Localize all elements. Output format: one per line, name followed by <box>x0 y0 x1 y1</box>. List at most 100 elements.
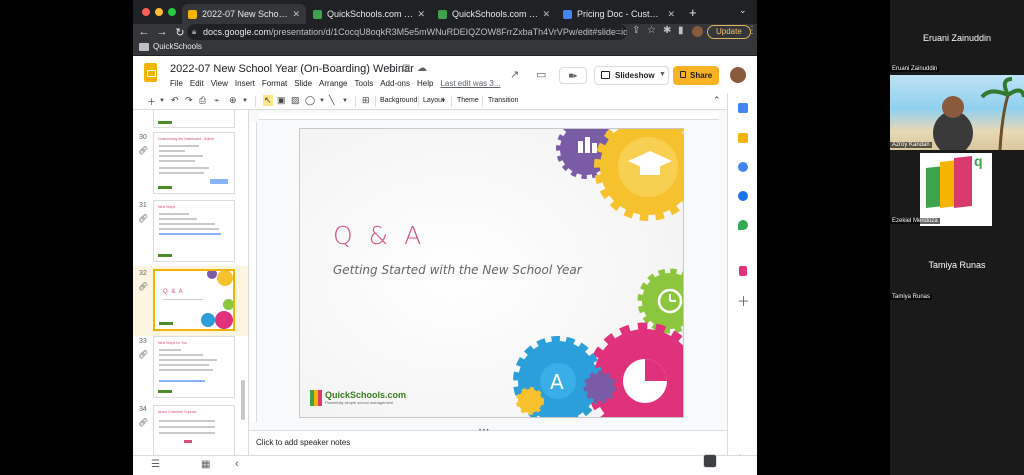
shape-dropdown-icon[interactable]: ▼ <box>319 98 325 104</box>
share-page-icon[interactable]: ⇪ <box>632 25 640 36</box>
zoom-dropdown-icon[interactable]: ▼ <box>242 98 248 104</box>
get-addons-icon[interactable]: ＋ <box>737 291 750 310</box>
comment-add-icon[interactable]: ⊞ <box>362 95 370 106</box>
slide-subtitle[interactable]: Getting Started with the New School Year <box>333 263 582 277</box>
menu-tools[interactable]: Tools <box>355 79 374 88</box>
collapse-filmstrip-icon[interactable]: ‹ <box>235 458 239 470</box>
forward-icon[interactable]: → <box>155 26 169 38</box>
image-icon[interactable]: ▨ <box>291 95 300 106</box>
reload-icon[interactable]: ↻ <box>173 26 187 39</box>
close-tab-icon[interactable]: ✕ <box>667 9 675 20</box>
side-panel: ＋ › <box>727 93 757 462</box>
slides-logo-icon[interactable] <box>144 63 157 82</box>
filmstrip-slide-33[interactable]: 33 🔗︎ Next Steps for You <box>133 336 248 404</box>
star-icon[interactable]: ☆ <box>387 63 396 74</box>
meet-button[interactable]: ■▸ <box>559 67 587 84</box>
paint-format-icon[interactable]: ⌁ <box>214 95 219 106</box>
close-tab-icon[interactable]: ✕ <box>292 9 300 20</box>
vertical-ruler[interactable] <box>250 122 257 422</box>
participant-tile[interactable]: Tamiya Runas Tamiya Runas <box>890 228 1024 303</box>
filmstrip-slide-32[interactable]: 32 🔗︎ Q & A <box>133 266 248 336</box>
activity-trend-icon[interactable]: ↗ <box>510 68 519 81</box>
redo-icon[interactable]: ↷ <box>185 95 193 106</box>
keep-icon[interactable] <box>738 133 748 143</box>
theme-button[interactable]: Theme <box>457 97 479 104</box>
text-box-icon[interactable]: ▣ <box>277 95 286 106</box>
filmstrip-slide-34[interactable]: 34 🔗︎ About Customer Support <box>133 404 248 455</box>
transition-button[interactable]: Transition <box>488 97 518 104</box>
new-slide-icon[interactable]: ＋ <box>147 95 156 108</box>
participant-video-tile[interactable]: q Ezekiel Mendoza <box>890 151 1024 226</box>
new-tab-button[interactable]: + <box>689 5 697 20</box>
tab-pricing-doc[interactable]: Pricing Doc - Customizations ✕ <box>557 4 681 24</box>
filmstrip-slide-30[interactable]: 30 🔗︎ Customizing the Dashboard - Admin <box>133 110 248 198</box>
maps-icon[interactable] <box>738 220 748 230</box>
menu-insert[interactable]: Insert <box>235 79 255 88</box>
minimize-window-button[interactable] <box>155 8 163 16</box>
bookmark-star-icon[interactable]: ☆ <box>647 25 656 36</box>
speaker-notes[interactable]: Click to add speaker notes • • • <box>249 428 727 455</box>
browser-menu-icon[interactable]: ⋮ <box>747 25 757 36</box>
quickschools-logo[interactable]: QuickSchools.com Powerfully simple schoo… <box>310 390 406 406</box>
tab-search-button[interactable]: ⌄ <box>739 5 747 16</box>
back-icon[interactable]: ← <box>137 26 151 38</box>
close-window-button[interactable] <box>142 8 150 16</box>
share-button[interactable]: Share <box>673 66 719 85</box>
document-title[interactable]: 2022-07 New School Year (On-Boarding) We… <box>170 63 414 75</box>
move-folder-icon[interactable]: ⊡ <box>402 63 410 74</box>
line-dropdown-icon[interactable]: ▼ <box>342 98 348 104</box>
lock-icon[interactable]: 🔒︎ <box>192 27 200 37</box>
contacts-icon[interactable] <box>738 191 748 201</box>
filmstrip-slide-31[interactable]: 31 🔗︎ Next Steps <box>133 198 248 266</box>
layout-dropdown-icon[interactable]: ▼ <box>441 98 446 104</box>
close-tab-icon[interactable]: ✕ <box>542 9 550 20</box>
profile-avatar[interactable] <box>692 26 703 37</box>
new-slide-dropdown-icon[interactable]: ▼ <box>159 98 165 104</box>
tab-maesroyl[interactable]: QuickSchools.com - maesroyl ✕ <box>432 4 556 24</box>
menu-help[interactable]: Help <box>417 79 433 88</box>
current-slide[interactable]: A Q & A Getting Started with the New Sch… <box>299 128 684 418</box>
maximize-window-button[interactable] <box>168 8 176 16</box>
url-input[interactable]: docs.google.com/presentation/d/1CocqU8oq… <box>187 24 627 40</box>
grid-view-icon[interactable]: ▦ <box>201 459 210 470</box>
slideshow-dropdown-icon[interactable]: ▼ <box>659 66 669 85</box>
zoom-icon[interactable]: ⊕ <box>229 95 237 106</box>
menu-file[interactable]: File <box>170 79 183 88</box>
filmstrip-scrollbar[interactable] <box>241 380 245 420</box>
tasks-icon[interactable] <box>738 162 748 172</box>
menu-add-ons[interactable]: Add-ons <box>380 79 410 88</box>
menu-arrange[interactable]: Arrange <box>319 79 347 88</box>
menu-edit[interactable]: Edit <box>190 79 204 88</box>
print-icon[interactable]: ⎙ <box>199 95 206 106</box>
slideshow-button[interactable]: Slideshow <box>594 66 669 85</box>
calendar-icon[interactable] <box>738 103 748 113</box>
menu-format[interactable]: Format <box>262 79 287 88</box>
shape-icon[interactable]: ◯ <box>305 95 315 106</box>
undo-icon[interactable]: ↶ <box>171 95 179 106</box>
comments-icon[interactable]: ▭ <box>536 68 546 81</box>
account-avatar[interactable] <box>730 67 746 83</box>
close-tab-icon[interactable]: ✕ <box>417 9 425 20</box>
update-button[interactable]: Update <box>707 25 751 39</box>
horizontal-ruler[interactable] <box>259 112 719 120</box>
last-edit-link[interactable]: Last edit was 3... <box>440 79 500 88</box>
menu-view[interactable]: View <box>211 79 228 88</box>
collapse-toolbar-icon[interactable]: ⌃ <box>713 95 721 106</box>
tab-presentation[interactable]: 2022-07 New School Year (On ✕ <box>182 4 306 24</box>
participant-video-tile[interactable]: Azroy Kandan <box>890 75 1024 150</box>
background-button[interactable]: Background <box>380 97 417 104</box>
menu-slide[interactable]: Slide <box>294 79 312 88</box>
slide-heading[interactable]: Q & A <box>333 221 425 250</box>
sidebar-icon[interactable]: ▮ <box>678 25 684 36</box>
line-icon[interactable]: ╲ <box>329 95 334 106</box>
filmstrip-view-icon[interactable]: ☰ <box>151 459 160 470</box>
bookmark-quickschools[interactable]: QuickSchools <box>139 42 202 51</box>
addon-icon[interactable] <box>739 266 747 276</box>
extensions-icon[interactable]: ✱ <box>663 25 671 36</box>
link-icon: 🔗︎ <box>138 418 149 427</box>
explore-icon[interactable] <box>703 454 717 468</box>
select-cursor-icon[interactable]: ↖ <box>263 95 273 106</box>
tab-webinar[interactable]: QuickSchools.com - webinar ✕ <box>307 4 431 24</box>
cloud-status-icon[interactable]: ☁ <box>417 63 427 74</box>
notes-resize-handle[interactable]: • • • <box>479 428 489 434</box>
